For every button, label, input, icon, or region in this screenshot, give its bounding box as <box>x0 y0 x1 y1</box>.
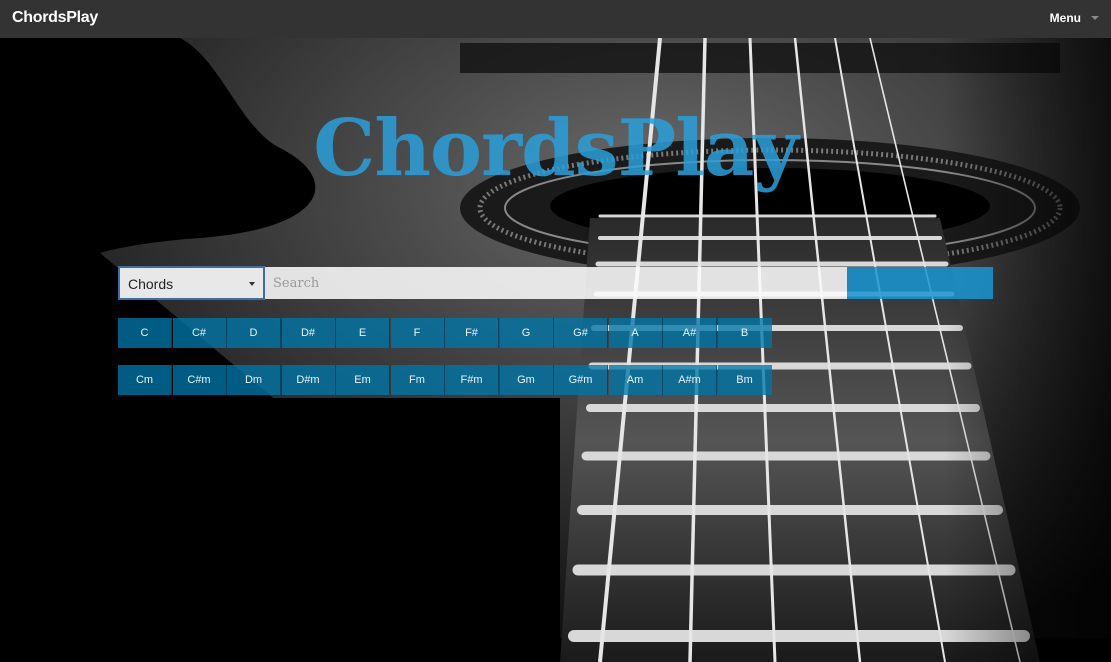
chord-button[interactable]: F <box>390 318 445 348</box>
chord-button[interactable]: Gm <box>499 365 554 395</box>
search-bar: Chords <box>118 266 993 300</box>
chord-button[interactable]: D <box>227 318 281 348</box>
chord-button[interactable]: F#m <box>445 365 499 395</box>
chord-button[interactable]: G <box>499 318 554 348</box>
chord-button[interactable]: Fm <box>390 365 445 395</box>
navbar: ChordsPlay Menu <box>0 0 1111 38</box>
chord-button[interactable]: B <box>717 318 772 348</box>
chord-button[interactable]: G#m <box>554 365 608 395</box>
search-type-value: Chords <box>128 276 174 292</box>
major-chords-row: C C# D D# E F F# G G# A A# B <box>118 318 772 348</box>
search-type-select[interactable]: Chords <box>118 266 265 300</box>
chord-button[interactable]: A#m <box>663 365 717 395</box>
brand-link[interactable]: ChordsPlay <box>12 9 98 27</box>
chord-button[interactable]: D#m <box>281 365 336 395</box>
chord-button[interactable]: F# <box>445 318 499 348</box>
chord-button[interactable]: Am <box>608 365 663 395</box>
page: ChordsPlay Menu ChordsPlay Chords CC#DD#… <box>0 0 1111 662</box>
chord-button[interactable]: Em <box>336 365 390 395</box>
select-arrow-icon <box>249 282 255 286</box>
chord-button[interactable]: E <box>336 318 390 348</box>
chord-button[interactable]: A# <box>663 318 717 348</box>
chord-button[interactable]: G# <box>554 318 608 348</box>
chord-button[interactable]: C <box>118 318 172 348</box>
chord-button[interactable]: C#m <box>172 365 227 395</box>
caret-down-icon <box>1091 16 1099 20</box>
search-input[interactable] <box>265 267 847 299</box>
chord-button[interactable]: C# <box>172 318 227 348</box>
search-button[interactable] <box>847 267 993 299</box>
menu-dropdown[interactable]: Menu <box>1050 11 1099 25</box>
chord-button[interactable]: D# <box>281 318 336 348</box>
hero-title: ChordsPlay <box>313 103 799 194</box>
chord-button[interactable]: Bm <box>717 365 772 395</box>
minor-chords-row: Cm C#m Dm D#m Em Fm F#m Gm G#m Am A#m Bm <box>118 365 772 395</box>
chord-button[interactable]: Cm <box>118 365 172 395</box>
chord-button[interactable]: A <box>608 318 663 348</box>
chord-button[interactable]: Dm <box>227 365 281 395</box>
menu-label: Menu <box>1049 11 1081 25</box>
